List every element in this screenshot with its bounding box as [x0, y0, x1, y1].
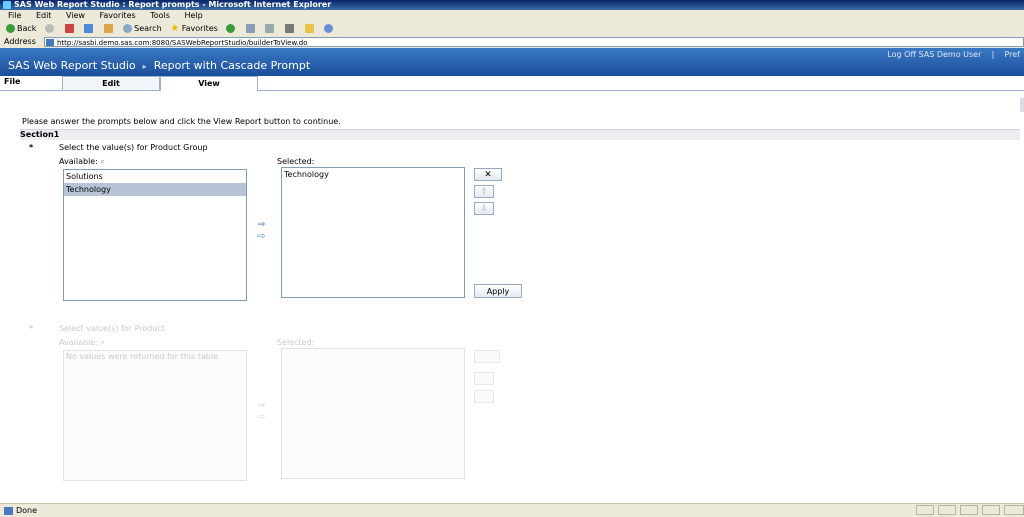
prompt2-available-label: Available: ⌕	[59, 338, 105, 347]
status-text: Done	[16, 506, 38, 515]
scroll-edge	[1020, 98, 1024, 112]
star-icon: ★	[170, 23, 180, 34]
prompt1-available-list[interactable]: Solutions Technology	[63, 169, 247, 301]
status-bar: Done	[0, 503, 1024, 517]
edit-icon	[285, 24, 295, 33]
status-pane	[982, 505, 1000, 515]
prompt1-selected-label: Selected:	[277, 157, 315, 166]
page-done-icon	[4, 506, 13, 515]
banner-links: Log Off SAS Demo User | Pref	[887, 50, 1020, 59]
preferences-link[interactable]: Pref	[1004, 50, 1020, 59]
status-pane	[938, 505, 956, 515]
address-input[interactable]: http://sasbi.demo.sas.com:8080/SASWebRep…	[44, 37, 1024, 47]
search-icon	[123, 24, 133, 33]
prompt1-available-label: Available: ⌕	[59, 157, 105, 166]
list-item-selected[interactable]: Technology	[64, 183, 246, 196]
prompt2-label: Select value(s) for Product	[59, 324, 165, 333]
logoff-link[interactable]: Log Off SAS Demo User	[887, 50, 981, 59]
section-title: Section1	[20, 130, 60, 139]
menu-view[interactable]: View	[66, 11, 85, 20]
prompt2-selected-list	[281, 348, 465, 479]
prompt2-available-list: No values were returned for this table.	[63, 350, 247, 481]
section-header: Section1	[20, 129, 1020, 140]
add-arrow-icon: ⇨	[257, 412, 266, 423]
remove-button[interactable]: ✕	[474, 168, 502, 181]
report-title: Report with Cascade Prompt	[153, 59, 311, 72]
empty-message: No values were returned for this table.	[66, 352, 221, 361]
search-button[interactable]: Search	[123, 22, 162, 36]
move-up-button-disabled	[474, 372, 494, 385]
move-up-button[interactable]: ⇧	[474, 185, 494, 198]
breadcrumb-separator: ▸	[142, 62, 147, 71]
tab-view[interactable]: View	[160, 76, 258, 91]
list-item[interactable]: Technology	[282, 168, 464, 181]
list-item[interactable]: Solutions	[64, 170, 246, 183]
edit-page-button[interactable]	[285, 22, 296, 36]
stop-button[interactable]	[64, 22, 76, 36]
messenger-icon	[324, 24, 334, 33]
history-button[interactable]	[226, 22, 237, 36]
forward-button[interactable]	[44, 22, 56, 36]
app-title: SAS Web Report Studio ▸ Report with Casc…	[8, 59, 311, 72]
prompt-instructions: Please answer the prompts below and clic…	[22, 117, 341, 126]
favorites-button[interactable]: ★ Favorites	[170, 22, 218, 36]
status-pane	[1004, 505, 1024, 515]
add-all-arrow-icon[interactable]: ⇒	[257, 220, 265, 230]
home-button[interactable]	[103, 22, 115, 36]
menu-favorites[interactable]: Favorites	[100, 11, 136, 20]
required-marker: *	[29, 143, 34, 152]
status-pane	[916, 505, 934, 515]
mail-icon	[245, 24, 255, 33]
print-button[interactable]	[265, 22, 276, 36]
file-menu[interactable]: File	[4, 76, 20, 88]
move-down-button-disabled	[474, 390, 494, 403]
apply-button[interactable]: Apply	[474, 284, 522, 298]
stop-icon	[64, 24, 74, 33]
add-arrow-icon[interactable]: ⇨	[257, 232, 265, 242]
menu-file[interactable]: File	[8, 11, 21, 20]
required-marker: *	[29, 324, 34, 333]
ie-app-icon	[3, 1, 11, 9]
back-arrow-icon	[6, 24, 15, 33]
forward-arrow-icon	[44, 24, 54, 33]
browser-menu-bar: File Edit View Favorites Tools Help	[0, 10, 1024, 22]
mail-button[interactable]	[245, 22, 257, 36]
prompt2-selected-label: Selected:	[277, 338, 315, 347]
home-icon	[103, 24, 113, 33]
refresh-button[interactable]	[84, 22, 95, 36]
search-icon: ⌕	[100, 338, 105, 347]
tab-edit[interactable]: Edit	[62, 76, 160, 90]
prompt1-label: Select the value(s) for Product Group	[59, 143, 208, 152]
arrow-down-icon: ⇩	[480, 204, 488, 214]
remove-button-disabled	[474, 350, 500, 363]
refresh-icon	[84, 24, 94, 33]
close-icon: ✕	[484, 170, 492, 180]
history-icon	[226, 24, 236, 33]
arrow-up-icon: ⇧	[480, 187, 488, 197]
prompt1-selected-list[interactable]: Technology	[281, 167, 465, 298]
status-pane	[960, 505, 978, 515]
menu-tools[interactable]: Tools	[150, 11, 170, 20]
window-title-bar: SAS Web Report Studio : Report prompts -…	[0, 0, 1024, 10]
back-button[interactable]: Back	[6, 22, 36, 36]
print-icon	[265, 24, 275, 33]
folder-button[interactable]	[304, 22, 316, 36]
move-down-button[interactable]: ⇩	[474, 202, 494, 215]
menu-help[interactable]: Help	[184, 11, 202, 20]
folder-icon	[304, 24, 314, 33]
address-label: Address	[4, 37, 36, 46]
add-all-arrow-icon: ⇒	[257, 400, 266, 411]
page-icon	[46, 39, 54, 46]
search-icon: ⌕	[100, 157, 105, 166]
menu-edit[interactable]: Edit	[36, 11, 52, 20]
browser-toolbar: Back Search ★ Favorites	[0, 22, 1024, 37]
messenger-button[interactable]	[324, 22, 335, 36]
window-title: SAS Web Report Studio : Report prompts -…	[14, 0, 332, 9]
link-divider: |	[991, 50, 995, 59]
